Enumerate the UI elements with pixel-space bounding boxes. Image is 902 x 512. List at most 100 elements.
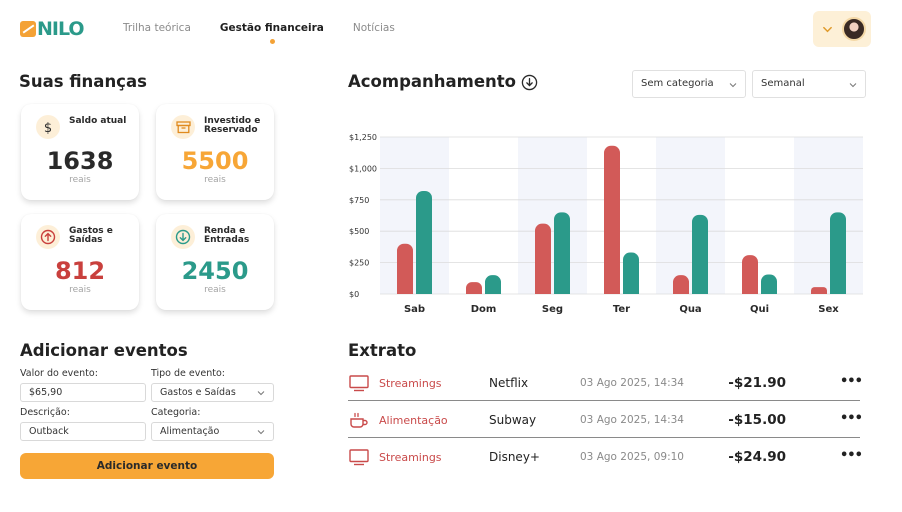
statement-amount: -$21.90 — [728, 375, 786, 391]
tv-icon — [349, 375, 369, 392]
tracking-bar-chart: $0 $250 $500 $750 $1,000 $1,250 Sab Dom Seg Ter Qu… — [349, 133, 863, 315]
type-label: Tipo de evento: — [151, 368, 225, 379]
card-value: 1638 — [46, 147, 114, 175]
logo-text: NILO — [37, 17, 85, 40]
coffee-cup-icon — [350, 412, 368, 428]
card-label: Renda e Entradas — [204, 226, 250, 245]
chart-x-tick-label: Seg — [542, 304, 563, 315]
chart-bar — [692, 214, 708, 294]
category-filter-value: Sem categoria — [641, 78, 714, 89]
description-input[interactable]: Outback — [20, 422, 146, 441]
chart-bar — [604, 145, 620, 294]
chart-y-tick-label: $0 — [349, 290, 359, 299]
app-logo[interactable]: NILO — [20, 18, 90, 40]
statement-row[interactable]: Alimentação Subway 03 Ago 2025, 14:34 -$… — [348, 402, 863, 438]
chart-y-tick-label: $750 — [349, 196, 369, 205]
nav-item-gestao-financeira[interactable]: Gestão financeira — [220, 22, 324, 44]
dollar-icon: $ — [36, 115, 60, 139]
statement-merchant: Subway — [489, 413, 537, 427]
chart-x-tick-label: Dom — [471, 304, 497, 315]
period-filter-select[interactable]: Semanal — [752, 70, 866, 98]
chart-bar — [554, 212, 570, 294]
chart-bar — [811, 287, 827, 294]
card-unit: reais — [69, 175, 91, 185]
logo-mark-icon — [20, 21, 36, 37]
card-unit: reais — [69, 285, 91, 295]
chart-x-tick-label: Qui — [750, 304, 769, 315]
type-select[interactable]: Gastos e Saídas — [151, 383, 274, 402]
tv-icon — [349, 449, 369, 466]
chart-bar — [742, 255, 758, 294]
card-value: 812 — [54, 257, 106, 285]
statement-amount: -$15.00 — [728, 412, 786, 428]
category-filter-select[interactable]: Sem categoria — [632, 70, 746, 98]
chart-bar — [397, 243, 413, 294]
add-event-button[interactable]: Adicionar evento — [20, 453, 274, 479]
statement-row[interactable]: Streamings Disney+ 03 Ago 2025, 09:10 -$… — [348, 439, 863, 475]
chart-y-tick-label: $500 — [349, 227, 369, 236]
card-label: Gastos e Saídas — [69, 226, 113, 245]
chart-y-tick-label: $1,250 — [349, 133, 377, 142]
main-nav: Trilha teórica Gestão financeira Notícia… — [123, 22, 395, 44]
archive-box-icon — [171, 115, 195, 139]
statement-merchant: Netflix — [489, 376, 529, 390]
chart-column-band — [656, 137, 725, 294]
chevron-down-icon — [257, 391, 265, 396]
tracking-title: Acompanhamento — [348, 72, 517, 91]
add-event-title: Adicionar eventos — [20, 341, 188, 360]
chart-column-band — [380, 137, 449, 294]
statement-row[interactable]: Streamings Netflix 03 Ago 2025, 14:34 -$… — [348, 365, 863, 401]
card-value: 5500 — [181, 147, 249, 175]
card-unit: reais — [204, 285, 226, 295]
chart-bar — [416, 191, 432, 294]
chart-x-tick-label: Sex — [818, 304, 839, 315]
statement-category: Alimentação — [379, 414, 448, 427]
chart-bar — [673, 275, 689, 294]
card-value: 2450 — [181, 257, 249, 285]
more-options-icon[interactable]: ••• — [840, 448, 863, 463]
chart-column-band — [518, 137, 587, 294]
statement-merchant: Disney+ — [489, 450, 540, 464]
more-options-icon[interactable]: ••• — [840, 411, 863, 426]
chart-x-tick-label: Qua — [679, 304, 701, 315]
description-label: Descrição: — [20, 407, 70, 418]
category-label: Categoria: — [151, 407, 201, 418]
statement-category: Streamings — [379, 377, 442, 390]
card-unit: reais — [204, 175, 226, 185]
nav-item-noticias[interactable]: Notícias — [353, 22, 395, 34]
value-input[interactable]: $65,90 — [20, 383, 146, 402]
svg-text:$: $ — [44, 121, 52, 134]
chart-bar — [466, 282, 482, 294]
chart-bar — [535, 223, 551, 294]
statement-category: Streamings — [379, 451, 442, 464]
more-options-icon[interactable]: ••• — [840, 374, 863, 389]
chart-bar — [830, 212, 846, 294]
statement-title: Extrato — [348, 341, 417, 360]
finances-title: Suas finanças — [19, 72, 147, 91]
period-filter-value: Semanal — [761, 78, 805, 89]
chart-x-tick-label: Ter — [613, 304, 630, 315]
chevron-down-icon — [729, 83, 737, 88]
chart-y-tick-label: $1,000 — [349, 164, 377, 173]
category-select-value: Alimentação — [160, 426, 220, 437]
chart-y-tick-label: $250 — [349, 259, 369, 268]
card-label: Investido e Reservado — [204, 116, 261, 135]
avatar — [842, 17, 866, 41]
nav-item-trilha-teorica[interactable]: Trilha teórica — [123, 22, 191, 34]
download-circle-icon[interactable] — [521, 74, 538, 91]
chart-column-band — [794, 137, 863, 294]
card-investido-reservado: Investido e Reservado 5500 reais — [156, 104, 274, 200]
statement-date: 03 Ago 2025, 14:34 — [580, 414, 684, 426]
statement-date: 03 Ago 2025, 14:34 — [580, 377, 684, 389]
chart-x-tick-label: Sab — [404, 304, 425, 315]
type-select-value: Gastos e Saídas — [160, 387, 236, 398]
arrow-up-circle-icon — [36, 225, 60, 249]
value-label: Valor do evento: — [20, 368, 98, 379]
chevron-down-icon — [823, 26, 832, 32]
user-menu-button[interactable] — [813, 11, 871, 47]
category-select[interactable]: Alimentação — [151, 422, 274, 441]
chart-bar — [485, 275, 501, 294]
card-gastos-saidas: Gastos e Saídas 812 reais — [21, 214, 139, 310]
card-label: Saldo atual — [69, 116, 127, 126]
card-renda-entradas: Renda e Entradas 2450 reais — [156, 214, 274, 310]
